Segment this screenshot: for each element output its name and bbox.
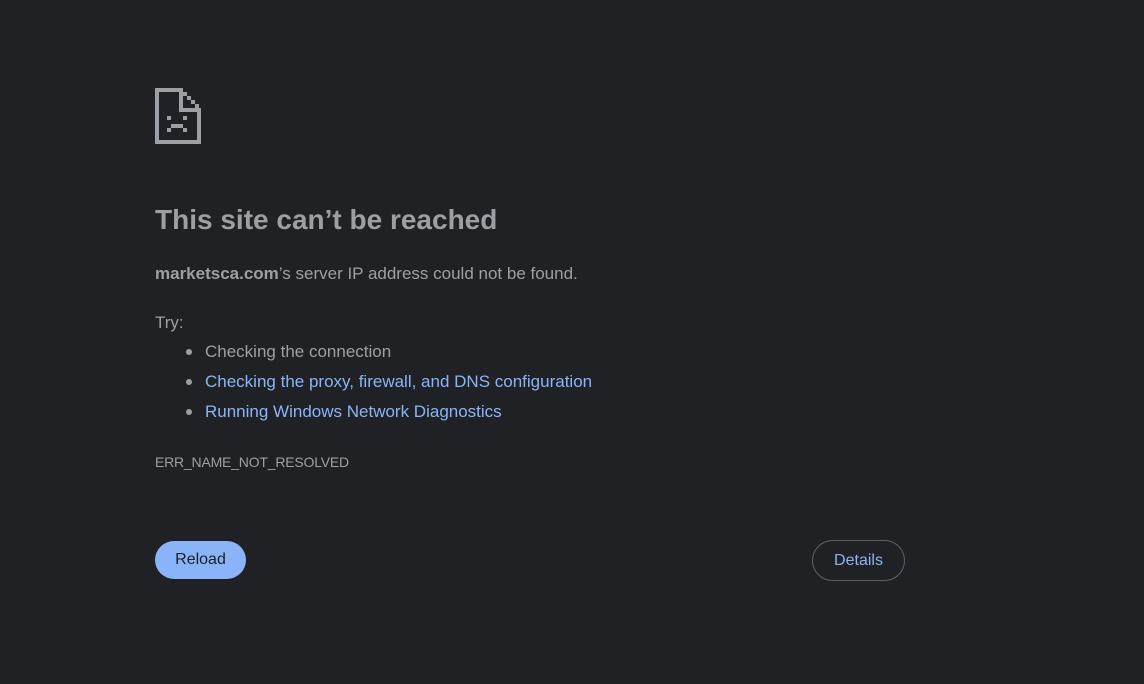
suggestions-list: Checking the connection Checking the pro… bbox=[155, 340, 592, 430]
bullet-icon bbox=[186, 409, 192, 415]
error-message: ’s server IP address could not be found. bbox=[278, 264, 578, 283]
error-code: ERR_NAME_NOT_RESOLVED bbox=[155, 454, 349, 470]
details-button[interactable]: Details bbox=[812, 540, 905, 581]
list-item: Checking the proxy, firewall, and DNS co… bbox=[155, 370, 592, 400]
bullet-icon bbox=[186, 349, 192, 355]
suggestion-proxy-firewall-dns-link[interactable]: Checking the proxy, firewall, and DNS co… bbox=[205, 372, 592, 391]
list-item: Running Windows Network Diagnostics bbox=[155, 400, 592, 430]
suggestion-check-connection: Checking the connection bbox=[205, 342, 392, 361]
error-summary: marketsca.com’s server IP address could … bbox=[155, 262, 578, 286]
bullet-icon bbox=[186, 379, 192, 385]
sad-file-icon bbox=[155, 88, 201, 144]
site-domain: marketsca.com bbox=[155, 264, 279, 283]
page-title: This site can’t be reached bbox=[155, 204, 498, 235]
reload-button[interactable]: Reload bbox=[155, 541, 246, 579]
try-label: Try: bbox=[155, 313, 184, 332]
suggestion-network-diagnostics-link[interactable]: Running Windows Network Diagnostics bbox=[205, 402, 502, 421]
error-page: This site can’t be reached marketsca.com… bbox=[0, 0, 1144, 684]
list-item: Checking the connection bbox=[155, 340, 592, 370]
